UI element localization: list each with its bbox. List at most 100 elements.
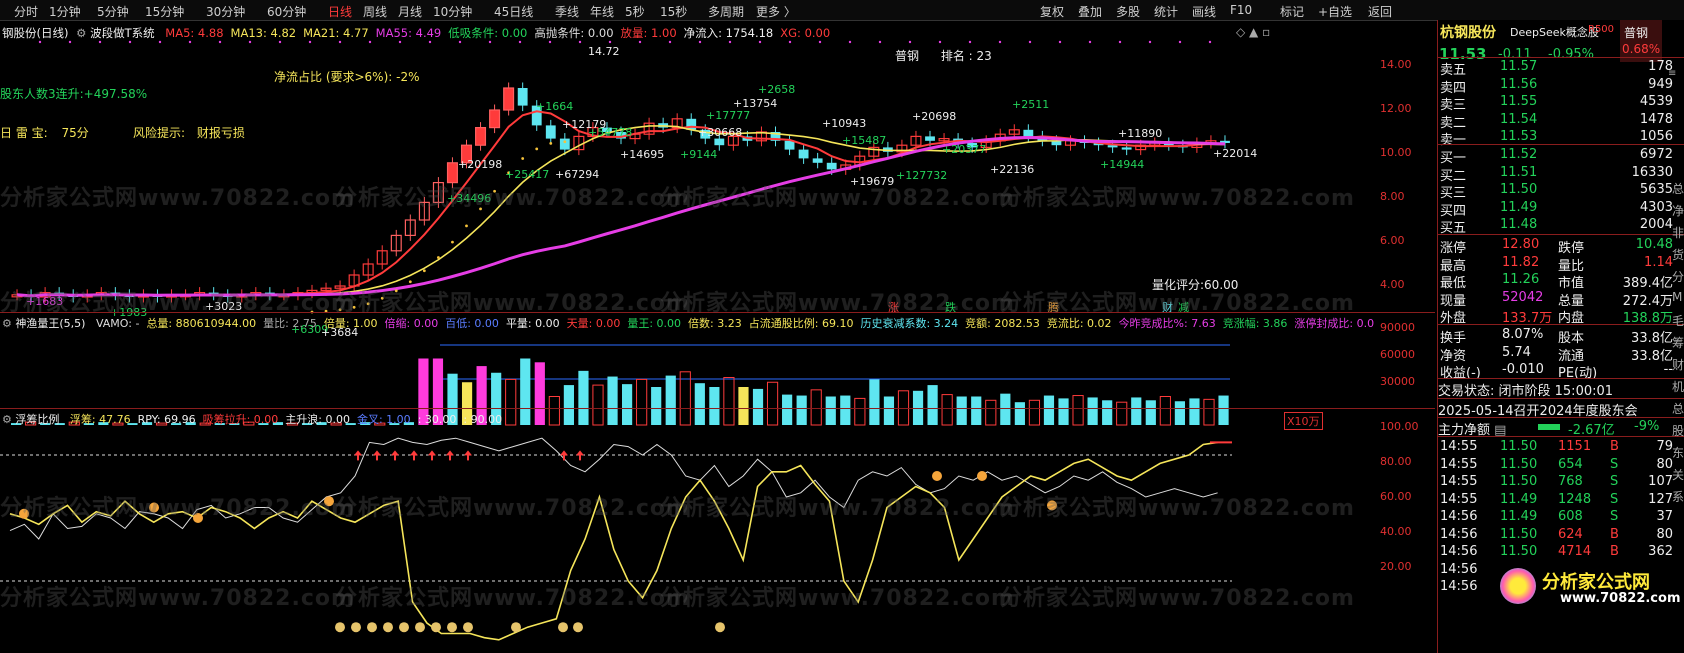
side-tab[interactable]: 筹 (1672, 334, 1684, 351)
indicator-value: 涨停封成比: 0.0 (1294, 317, 1375, 330)
stat-value: 52042 (1502, 289, 1544, 305)
side-tab[interactable]: 财 (1672, 356, 1684, 373)
period-tab[interactable]: 年线 (590, 3, 614, 20)
axis-tick-label: 6.00 (1380, 234, 1405, 247)
tick-volume: 654 (1558, 456, 1583, 472)
candle-flow-label: +22014 (1213, 147, 1257, 160)
chip-chart[interactable] (0, 426, 1375, 653)
order-book-row[interactable]: 卖二 11.54 1478 (1438, 111, 1684, 131)
sector-box[interactable]: 普钢 0.68% (1620, 20, 1662, 62)
candle-flow-label: +20377 (942, 143, 986, 156)
candle-flow-label: +15487 (842, 134, 886, 147)
period-tab[interactable]: 5分钟 (97, 3, 129, 20)
toolbar-action[interactable]: 多股 (1116, 3, 1140, 20)
side-tab[interactable]: 关 (1672, 466, 1684, 483)
side-tab[interactable]: 总 (1672, 400, 1684, 417)
shareholder-annotation: 股东人数3连升:+497.58% (0, 87, 148, 101)
toolbar-action[interactable]: 画线 (1192, 3, 1216, 20)
chart-area[interactable]: 钢股份(日线) ⚙ 波段做T系统 MA5: 4.88 MA13: 4.82 MA21… (0, 20, 1435, 653)
period-tab[interactable]: 10分钟 (433, 3, 472, 20)
settings-icon[interactable]: ⚙ (76, 26, 86, 40)
toolbar-action[interactable]: 标记 (1280, 3, 1304, 20)
side-tab[interactable]: 机 (1672, 378, 1684, 395)
tick-time: 14:55 (1440, 474, 1478, 489)
side-tab[interactable]: 非 (1672, 224, 1684, 241)
axis-tick-label: 12.00 (1380, 102, 1412, 115)
stat-row: 换手 8.07% 股本 33.8亿 (1438, 326, 1684, 346)
tick-volume: 1151 (1558, 439, 1592, 454)
period-tab[interactable]: 更多 〉 (756, 3, 796, 20)
indicator-name: 波段做T系统 (90, 26, 155, 40)
side-tab[interactable]: 净 (1672, 202, 1684, 219)
order-book-row[interactable]: 卖三 11.55 4539 (1438, 93, 1684, 113)
side-tab[interactable]: 股 (1672, 422, 1684, 439)
tick-volume: 1248 (1558, 491, 1592, 507)
stat-value: 1.14 (1644, 254, 1673, 270)
order-book-row[interactable]: 买一 11.52 6972 (1438, 146, 1684, 166)
tick-volume: 4714 (1558, 544, 1592, 559)
period-tab[interactable]: 多周期 (708, 3, 744, 20)
toolbar-action[interactable]: 复权 (1040, 3, 1064, 20)
indicator-value: : 30.00 (417, 413, 457, 426)
candle-flow-label: +9144 (680, 148, 717, 161)
indicator-value: 倍量: 1.00 (323, 317, 378, 330)
order-book-row[interactable]: 买五 11.48 2004 (1438, 216, 1684, 236)
order-book-row[interactable]: 卖四 11.56 949 (1438, 76, 1684, 96)
tick-price: 11.49 (1500, 491, 1538, 507)
period-tab[interactable]: 15分钟 (145, 3, 184, 20)
indicator-value: MA5: 4.88 (165, 26, 224, 40)
indicator-value: RPY: 69.96 (137, 413, 196, 426)
candle-flow-label: +14695 (620, 148, 664, 161)
stat-value: 11.82 (1502, 254, 1540, 270)
tick-count: 37 (1656, 509, 1673, 524)
collapse-controls[interactable]: ◇ ▲ ▫ (1236, 25, 1270, 39)
order-book-row[interactable]: 买四 11.49 4303 (1438, 199, 1684, 219)
axis-tick-label: 60000 (1380, 348, 1415, 361)
volume-settings-icon[interactable]: ⚙ (2, 317, 12, 330)
order-volume: 16330 (1631, 164, 1673, 180)
period-tab[interactable]: 15秒 (660, 3, 687, 20)
logo-url: www.70822.com (1560, 591, 1681, 606)
toolbar-action[interactable]: +自选 (1318, 3, 1352, 20)
period-tab[interactable]: 5秒 (625, 3, 645, 20)
period-tab[interactable]: 1分钟 (49, 3, 81, 20)
tick-side: S (1610, 474, 1619, 489)
toolbar-action[interactable]: 返回 (1368, 3, 1392, 20)
order-book-row[interactable]: 买三 11.50 5635 (1438, 181, 1684, 201)
side-tab[interactable]: 毛 (1672, 312, 1684, 329)
tick-row: 14:55 11.50 768 S 107 (1438, 473, 1684, 491)
candle-flow-label: +20198 (458, 158, 502, 171)
net-ratio-annotation: 净流占比 (要求>6%): -2% (274, 70, 420, 84)
order-price: 11.56 (1500, 76, 1538, 92)
toolbar-action[interactable]: 统计 (1154, 3, 1178, 20)
period-tab[interactable]: 季线 (555, 3, 579, 20)
period-tab[interactable]: 45日线 (494, 3, 533, 20)
tick-price: 11.50 (1500, 456, 1538, 472)
period-tab[interactable]: 周线 (363, 3, 387, 20)
side-tab[interactable]: 分 (1672, 268, 1684, 285)
period-tab[interactable]: 30分钟 (206, 3, 245, 20)
candle-flow-label: +54778 (588, 126, 632, 139)
period-tab[interactable]: 分时 (14, 3, 38, 20)
indicator-value: MA21: 4.77 (303, 26, 369, 40)
toolbar-action[interactable]: F10 (1230, 3, 1252, 17)
period-tab[interactable]: 月线 (398, 3, 422, 20)
side-tab[interactable]: 总 (1672, 180, 1684, 197)
side-tab[interactable]: M (1672, 290, 1682, 304)
chip-settings-icon[interactable]: ⚙ (2, 413, 12, 426)
order-book-row[interactable]: 卖五 11.57 178 (1438, 58, 1684, 78)
side-tab[interactable]: 东 (1672, 444, 1684, 461)
quote-panel: 杭钢股份 DeepSeek概念股 R500 11.53 -0.11 -0.95%… (1437, 20, 1684, 653)
period-tab[interactable]: 日线 (328, 3, 352, 20)
axis-tick-label: 4.00 (1380, 278, 1405, 291)
order-price: 11.55 (1500, 94, 1538, 109)
side-tab[interactable]: 货 (1672, 246, 1684, 263)
stat-value: 8.07% (1502, 327, 1544, 342)
watermark: 分析家公式网www.70822.com (0, 291, 355, 316)
side-tab[interactable]: 系 (1672, 488, 1684, 505)
watermark: 分析家公式网www.70822.com (660, 496, 1015, 521)
thunder-value: 75分 (61, 126, 89, 140)
toolbar-action[interactable]: 叠加 (1078, 3, 1102, 20)
period-tab[interactable]: 60分钟 (267, 3, 306, 20)
order-book-row[interactable]: 买二 11.51 16330 (1438, 164, 1684, 184)
